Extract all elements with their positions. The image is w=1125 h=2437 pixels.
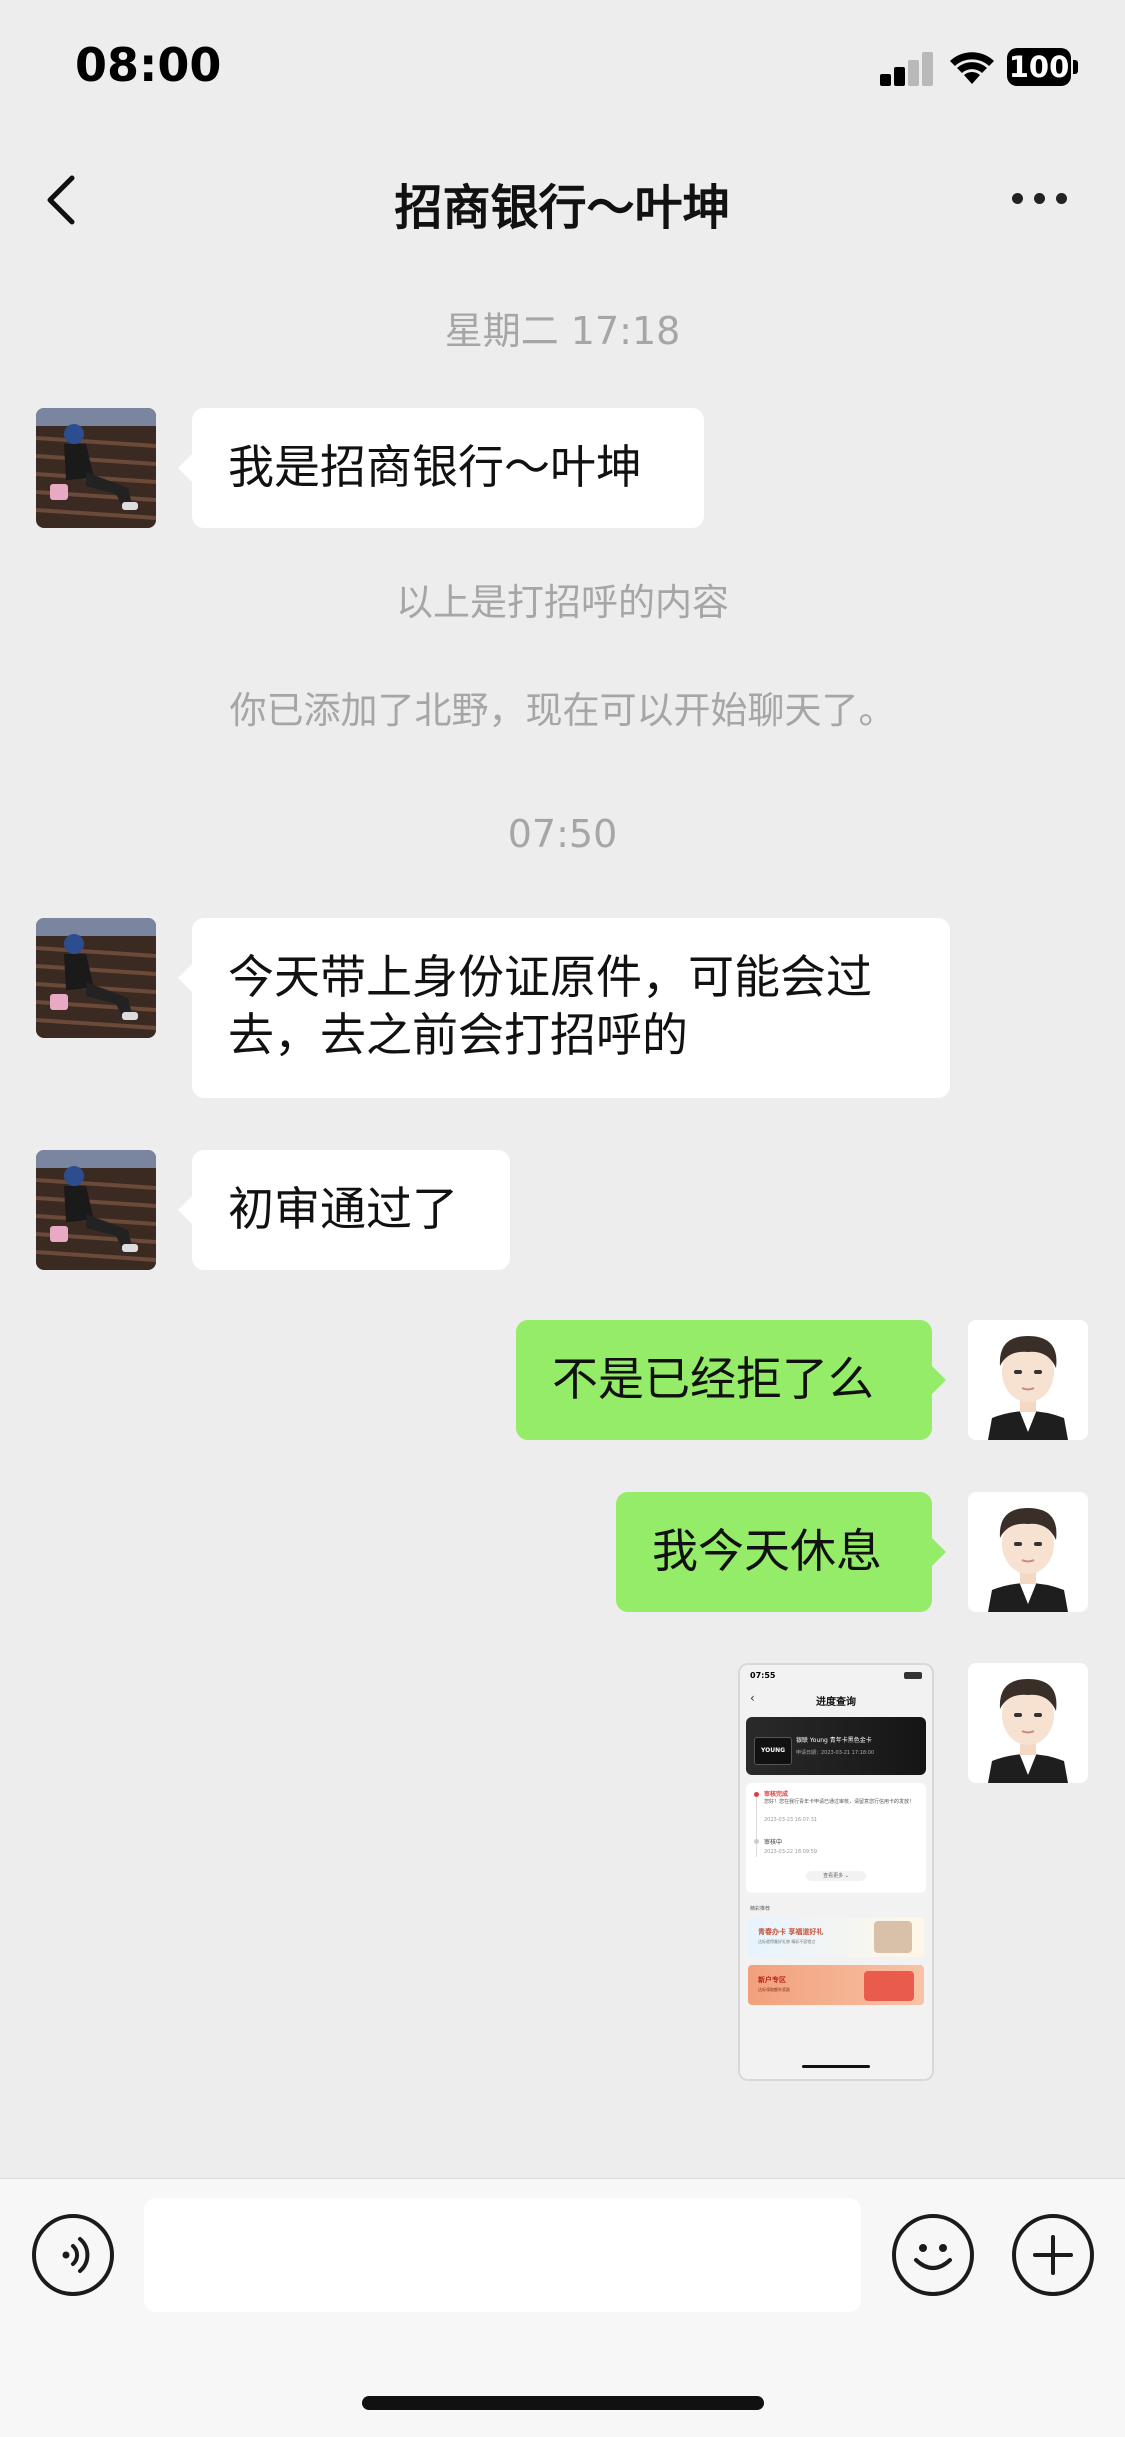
my-avatar[interactable] <box>968 1663 1088 1783</box>
image-message[interactable]: 07:55 ‹ 进度查询 YOUNG 银联 Young 青年卡黑色金卡 申请日期… <box>738 1663 934 2081</box>
promo-banner-1: 青春办卡 享福道好礼 达标就得美好礼物 精彩不容错过 <box>748 1917 924 1957</box>
back-arrow-icon[interactable] <box>42 170 82 230</box>
emoji-button[interactable] <box>892 2214 974 2296</box>
more-options-icon[interactable] <box>1012 186 1070 210</box>
see-more-link: 查看更多 ⌄ <box>806 1871 866 1881</box>
step1-time: 2023-03-23 16:07:31 <box>764 1817 818 1823</box>
card-badge: YOUNG <box>754 1737 792 1765</box>
promo2-title: 新户专区 <box>758 1976 786 1984</box>
card-date: 申请日期：2023-03-21 17:18:00 <box>796 1750 875 1756</box>
system-notice: 你已添加了北野，现在可以开始聊天了。 <box>229 689 896 732</box>
home-indicator <box>362 2396 764 2410</box>
message-text: 我是招商银行～叶坤 <box>228 440 642 494</box>
wifi-icon <box>950 52 994 84</box>
message-text: 不是已经拒了么 <box>552 1352 874 1406</box>
contact-avatar[interactable] <box>36 408 156 528</box>
plus-icon <box>1033 2235 1073 2275</box>
message-text: 初审通过了 <box>228 1182 458 1236</box>
promo2-image <box>864 1971 914 2001</box>
message-bubble-incoming[interactable]: 初审通过了 <box>178 1150 510 1270</box>
step2-time: 2023-03-22 18:09:59 <box>764 1849 818 1855</box>
contact-avatar[interactable] <box>36 1150 156 1270</box>
promo1-subtitle: 达标就得美好礼物 精彩不容错过 <box>758 1939 816 1944</box>
message-bubble-incoming[interactable]: 我是招商银行～叶坤 <box>178 408 704 528</box>
cellular-signal-icon <box>880 52 934 86</box>
step2-title: 审核中 <box>764 1839 783 1846</box>
my-avatar[interactable] <box>968 1492 1088 1612</box>
battery-level: 100 <box>1007 48 1071 86</box>
promo1-title: 青春办卡 享福道好礼 <box>758 1928 824 1936</box>
timestamp: 07:50 <box>507 812 618 856</box>
timestamp: 星期二 17:18 <box>444 309 681 353</box>
message-text: 我今天休息 <box>652 1524 882 1578</box>
status-time: 08:00 <box>75 38 222 92</box>
screenshot-home-indicator <box>802 2065 870 2068</box>
my-avatar[interactable] <box>968 1320 1088 1440</box>
progress-panel: 审核完成 您好！您在我行青年卡申请已通过审核，请留意您行信用卡的发放！ 2023… <box>746 1783 926 1893</box>
card-name: 银联 Young 青年卡黑色金卡 <box>796 1737 872 1744</box>
step1-title: 审核完成 <box>764 1791 789 1798</box>
emoji-icon <box>914 2244 952 2270</box>
voice-input-button[interactable] <box>32 2214 114 2296</box>
promo2-subtitle: 达标领取额外奖励 <box>758 1987 790 1992</box>
message-input[interactable] <box>144 2198 861 2312</box>
card-banner: YOUNG 银联 Young 青年卡黑色金卡 申请日期：2023-03-21 1… <box>746 1717 926 1775</box>
battery-icon: 100 <box>1007 48 1079 86</box>
message-bubble-incoming[interactable]: 今天带上身份证原件，可能会过去，去之前会打招呼的 <box>178 918 950 1098</box>
promo1-image <box>874 1921 912 1953</box>
chat-title: 招商银行～叶坤 <box>394 180 731 236</box>
screenshot-time: 07:55 <box>750 1671 776 1680</box>
timeline-line <box>756 1797 757 1857</box>
step1-text: 您好！您在我行青年卡申请已通过审核，请留意您行信用卡的发放！ <box>764 1799 915 1805</box>
system-notice: 以上是打招呼的内容 <box>396 581 729 624</box>
screenshot-battery-icon <box>904 1672 922 1679</box>
message-bubble-outgoing[interactable]: 不是已经拒了么 <box>516 1320 946 1440</box>
screenshot-title: 进度查询 <box>816 1697 856 1708</box>
message-text: 今天带上身份证原件，可能会过去，去之前会打招呼的 <box>228 950 872 1062</box>
contact-avatar[interactable] <box>36 918 156 1038</box>
voice-icon <box>62 2237 90 2273</box>
more-actions-button[interactable] <box>1012 2214 1094 2296</box>
promo-header: 精彩推荐 <box>750 1906 771 1912</box>
promo-banner-2: 新户专区 达标领取额外奖励 <box>748 1965 924 2005</box>
step-dot-icon <box>754 1839 759 1844</box>
message-bubble-outgoing[interactable]: 我今天休息 <box>616 1492 946 1612</box>
